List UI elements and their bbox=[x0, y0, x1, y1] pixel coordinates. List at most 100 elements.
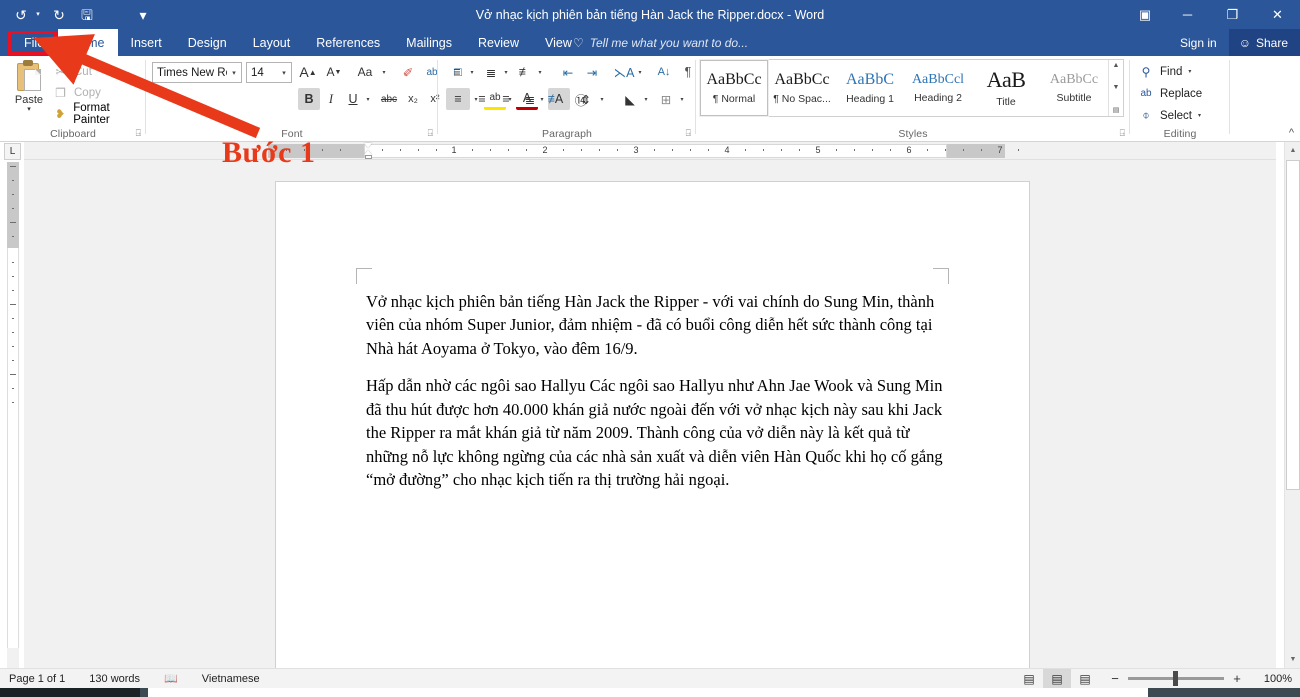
tab-stop-selector[interactable]: L bbox=[4, 143, 21, 160]
change-case-icon[interactable]: Aa bbox=[352, 61, 378, 83]
scroll-down-icon[interactable]: ▼ bbox=[1285, 651, 1300, 668]
font-name-input[interactable]: Times New Ro ▾ bbox=[152, 62, 242, 83]
align-center-icon[interactable]: ≡ bbox=[470, 88, 494, 110]
find-button[interactable]: ⚲ Find ▾ bbox=[1138, 61, 1192, 82]
close-button[interactable]: ✕ bbox=[1255, 0, 1300, 29]
increase-indent-icon[interactable]: ⇥ bbox=[580, 61, 604, 83]
undo-icon[interactable]: ↺ bbox=[8, 3, 34, 27]
style-title[interactable]: AaB Title bbox=[972, 60, 1040, 116]
shading-icon[interactable]: ◣ bbox=[618, 88, 642, 110]
collapse-ribbon-icon[interactable]: ^ bbox=[1289, 127, 1294, 139]
zoom-slider[interactable] bbox=[1128, 671, 1224, 686]
format-painter-button[interactable]: ❥ Format Painter bbox=[52, 102, 146, 126]
horizontal-scrollbar[interactable] bbox=[0, 688, 1300, 697]
styles-gallery-scroll[interactable]: ▲ ▼ ▤ bbox=[1108, 60, 1123, 116]
asian-layout-icon[interactable]: ⋋A bbox=[612, 61, 636, 83]
indent-markers[interactable] bbox=[364, 143, 373, 159]
read-mode-button[interactable]: ▤ bbox=[1015, 669, 1043, 689]
shading-dropdown-icon[interactable]: ▾ bbox=[640, 88, 652, 110]
borders-dropdown-icon[interactable]: ▾ bbox=[676, 88, 688, 110]
copy-button[interactable]: ❐ Copy bbox=[52, 83, 101, 103]
tell-me-search[interactable]: ♡ Tell me what you want to do... bbox=[573, 29, 748, 56]
shrink-font-icon[interactable]: A ▼ bbox=[322, 61, 346, 83]
clipboard-dialog-launcher-icon[interactable]: ⍈ bbox=[136, 128, 141, 139]
style-no-spacing[interactable]: AaBbCc ¶ No Spac... bbox=[768, 60, 836, 116]
vertical-scroll-thumb[interactable] bbox=[1286, 160, 1300, 490]
subscript-icon[interactable]: x₂ bbox=[402, 88, 424, 110]
save-icon[interactable]: 🖫 bbox=[74, 3, 100, 27]
zoom-out-button[interactable]: − bbox=[1109, 671, 1121, 686]
web-layout-button[interactable]: ▤ bbox=[1071, 669, 1099, 689]
document-text[interactable]: Vở nhạc kịch phiên bản tiếng Hàn Jack th… bbox=[366, 290, 949, 505]
bullets-icon[interactable]: ≡ bbox=[446, 61, 468, 83]
customize-qat-icon[interactable]: ▾ bbox=[130, 3, 156, 27]
multilevel-list-icon[interactable]: ≢ bbox=[514, 61, 536, 83]
decrease-indent-icon[interactable]: ⇤ bbox=[556, 61, 580, 83]
ribbon-display-options-icon[interactable]: ▣ bbox=[1125, 0, 1165, 29]
change-case-dropdown-icon[interactable]: ▾ bbox=[378, 61, 390, 83]
restore-button[interactable]: ❐ bbox=[1210, 0, 1255, 29]
paragraph-dialog-launcher-icon[interactable]: ⍈ bbox=[686, 128, 691, 139]
vertical-ruler[interactable] bbox=[7, 162, 19, 672]
underline-dropdown-icon[interactable]: ▾ bbox=[362, 88, 374, 110]
horizontal-ruler[interactable]: 1 2 3 4 5 6 7 bbox=[24, 142, 1276, 160]
tab-layout[interactable]: Layout bbox=[240, 29, 304, 56]
distributed-icon[interactable]: ≢ bbox=[542, 88, 566, 110]
tab-insert[interactable]: Insert bbox=[118, 29, 175, 56]
language-indicator[interactable]: Vietnamese bbox=[202, 673, 270, 685]
bold-icon[interactable]: B bbox=[298, 88, 320, 110]
find-dropdown-icon[interactable]: ▾ bbox=[1188, 68, 1191, 75]
document-page[interactable]: Vở nhạc kịch phiên bản tiếng Hàn Jack th… bbox=[276, 182, 1029, 668]
clear-formatting-icon[interactable]: ✐ bbox=[396, 61, 420, 83]
zoom-slider-handle[interactable] bbox=[1173, 671, 1178, 686]
asian-layout-dropdown-icon[interactable]: ▾ bbox=[634, 61, 646, 83]
redo-icon[interactable]: ↻ bbox=[46, 3, 72, 27]
zoom-in-button[interactable]: + bbox=[1231, 671, 1243, 686]
borders-icon[interactable]: ⊞ bbox=[654, 88, 678, 110]
vertical-scrollbar[interactable]: ▲ ▼ bbox=[1284, 142, 1300, 668]
styles-scroll-down-icon[interactable]: ▼ bbox=[1113, 84, 1120, 91]
tab-file[interactable]: File bbox=[10, 29, 59, 56]
horizontal-scroll-track[interactable] bbox=[148, 688, 1148, 697]
zoom-level[interactable]: 100% bbox=[1256, 673, 1292, 685]
select-dropdown-icon[interactable]: ▾ bbox=[1198, 112, 1201, 119]
share-button[interactable]: ☺ Share bbox=[1228, 29, 1300, 56]
numbering-icon[interactable]: ≣ bbox=[480, 61, 502, 83]
undo-dropdown-icon[interactable]: ▾ bbox=[32, 3, 44, 27]
bullets-dropdown-icon[interactable]: ▾ bbox=[466, 61, 478, 83]
underline-icon[interactable]: U bbox=[342, 88, 364, 110]
select-button[interactable]: ⌽ Select ▾ bbox=[1138, 105, 1201, 126]
style-heading-1[interactable]: AaBbC Heading 1 bbox=[836, 60, 904, 116]
tab-design[interactable]: Design bbox=[175, 29, 240, 56]
scroll-up-icon[interactable]: ▲ bbox=[1285, 142, 1300, 159]
styles-more-icon[interactable]: ▤ bbox=[1113, 106, 1120, 114]
tab-review[interactable]: Review bbox=[465, 29, 532, 56]
tab-references[interactable]: References bbox=[303, 29, 393, 56]
cut-button[interactable]: ✂ Cut bbox=[52, 62, 91, 82]
style-normal[interactable]: AaBbCc ¶ Normal bbox=[699, 59, 769, 117]
justify-icon[interactable]: ≣ bbox=[518, 88, 542, 110]
italic-icon[interactable]: I bbox=[320, 88, 342, 110]
horizontal-scroll-thumb[interactable] bbox=[0, 688, 140, 697]
sort-icon[interactable]: A↓ bbox=[652, 61, 676, 83]
align-right-icon[interactable]: ≡ bbox=[494, 88, 518, 110]
numbering-dropdown-icon[interactable]: ▾ bbox=[500, 61, 512, 83]
styles-scroll-up-icon[interactable]: ▲ bbox=[1113, 62, 1120, 69]
replace-button[interactable]: ab Replace bbox=[1138, 83, 1202, 104]
style-subtitle[interactable]: AaBbCc Subtitle bbox=[1040, 60, 1108, 116]
font-name-dropdown-icon[interactable]: ▾ bbox=[227, 69, 241, 77]
word-count[interactable]: 130 words bbox=[89, 673, 150, 685]
print-layout-button[interactable]: ▤ bbox=[1043, 668, 1071, 689]
zoom-control[interactable]: − + 100% bbox=[1109, 671, 1292, 686]
page-indicator[interactable]: Page 1 of 1 bbox=[9, 673, 75, 685]
strikethrough-icon[interactable]: abc bbox=[376, 88, 402, 110]
font-size-input[interactable]: 14 ▾ bbox=[246, 62, 292, 83]
align-left-icon[interactable]: ≡ bbox=[446, 88, 470, 110]
tab-home[interactable]: Home bbox=[58, 29, 118, 56]
multilevel-list-dropdown-icon[interactable]: ▾ bbox=[534, 61, 546, 83]
grow-font-icon[interactable]: A ▲ bbox=[296, 61, 320, 83]
style-heading-2[interactable]: AaBbCcl Heading 2 bbox=[904, 60, 972, 116]
document-canvas[interactable]: Vở nhạc kịch phiên bản tiếng Hàn Jack th… bbox=[24, 160, 1276, 668]
line-spacing-dropdown-icon[interactable]: ▾ bbox=[596, 88, 608, 110]
styles-dialog-launcher-icon[interactable]: ⍈ bbox=[1120, 128, 1125, 139]
